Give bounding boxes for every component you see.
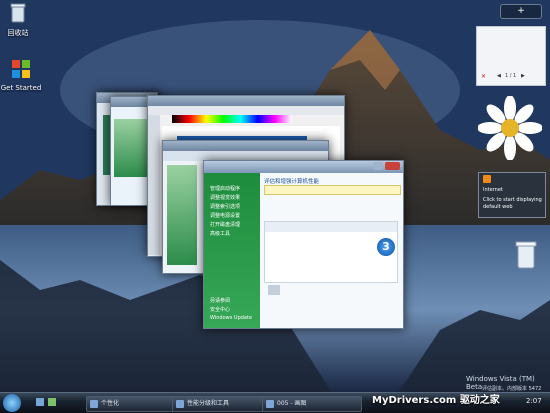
see-also-link[interactable]: Windows Update xyxy=(204,315,260,324)
app-icon xyxy=(176,400,184,408)
task-link[interactable]: 调整视觉效果 xyxy=(204,194,260,203)
slideshow-prev[interactable]: ◀ xyxy=(497,73,501,79)
task-link[interactable]: 调整索引选项 xyxy=(204,203,260,212)
desktop-icon-label: Get Started xyxy=(0,84,42,92)
start-button[interactable] xyxy=(3,394,21,412)
task-link[interactable]: 调整电源设置 xyxy=(204,212,260,221)
window-titlebar xyxy=(163,141,328,151)
task-pane: 管理启动程序 调整视觉效果 调整索引选项 调整电源设置 打开磁盘清理 高级工具 … xyxy=(204,173,260,328)
desktop: 回收站 Get Started 管理启动程序 调整视觉效果 调整索引选项 调整电… xyxy=(0,0,550,413)
add-gadget-button[interactable]: + xyxy=(517,6,525,16)
feed-title: Internet xyxy=(483,187,503,193)
taskbar-button[interactable]: 005 - 画图 xyxy=(262,396,362,412)
color-palette[interactable] xyxy=(172,115,292,123)
app-icon xyxy=(266,400,274,408)
base-score-badge: 3 xyxy=(377,238,395,256)
taskbar-button[interactable]: 性能分级和工具 xyxy=(172,396,272,412)
window-nav-pane xyxy=(167,165,197,265)
window-titlebar xyxy=(204,161,403,173)
sidebar-toolbar[interactable]: + xyxy=(500,4,542,19)
flower-image xyxy=(478,96,542,160)
rss-icon xyxy=(483,175,491,183)
table-row xyxy=(265,262,397,272)
feed-message[interactable]: Click to start displaying default web xyxy=(483,197,543,211)
close-x-icon[interactable]: ✕ xyxy=(481,73,486,80)
quick-launch-icon[interactable] xyxy=(48,398,56,406)
table-header xyxy=(265,222,397,232)
minimize-button[interactable] xyxy=(373,162,383,170)
window-performance[interactable]: 管理启动程序 调整视觉效果 调整索引选项 调整电源设置 打开磁盘清理 高级工具 … xyxy=(203,160,404,329)
table-row xyxy=(265,252,397,262)
task-link[interactable]: 高级工具 xyxy=(204,230,260,239)
see-also-label: 另请参阅 xyxy=(210,298,231,304)
page-title: 评估和增强计算机性能 xyxy=(264,179,320,185)
desktop-icon-get-started[interactable]: Get Started xyxy=(0,58,51,92)
quick-launch-icon[interactable] xyxy=(36,398,44,406)
desktop-icon-label: 回收站 xyxy=(7,29,29,37)
recycle-bin-icon[interactable] xyxy=(514,240,538,270)
info-bar[interactable] xyxy=(264,185,401,195)
printer-icon xyxy=(268,285,280,295)
task-link[interactable]: 打开磁盘清理 xyxy=(204,221,260,230)
tool-box[interactable] xyxy=(148,115,160,255)
windows-logo-icon xyxy=(12,60,30,78)
site-watermark: MyDrivers.com 驱动之家 xyxy=(372,395,500,406)
taskbar-button[interactable]: 个性化 xyxy=(86,396,182,412)
slideshow-gadget[interactable]: ✕ ◀ 1 / 1 ▶ xyxy=(476,26,546,86)
clock[interactable]: 2:07 xyxy=(526,397,542,405)
menu-bar xyxy=(148,106,344,115)
see-also-link[interactable]: 安全中心 xyxy=(204,306,260,315)
desktop-icon-recycle-bin[interactable]: 回收站 xyxy=(0,2,48,38)
close-button[interactable] xyxy=(385,162,400,170)
task-link[interactable]: 管理启动程序 xyxy=(204,185,260,194)
feed-gadget[interactable]: Internet Click to start displaying defau… xyxy=(478,172,546,218)
score-table: 3 xyxy=(264,221,398,283)
table-row xyxy=(265,232,397,242)
slideshow-next[interactable]: ▶ xyxy=(521,73,525,79)
window-titlebar xyxy=(148,96,344,106)
recycle-bin-icon xyxy=(10,3,26,23)
slideshow-counter: 1 / 1 xyxy=(505,73,517,79)
app-icon xyxy=(90,400,98,408)
